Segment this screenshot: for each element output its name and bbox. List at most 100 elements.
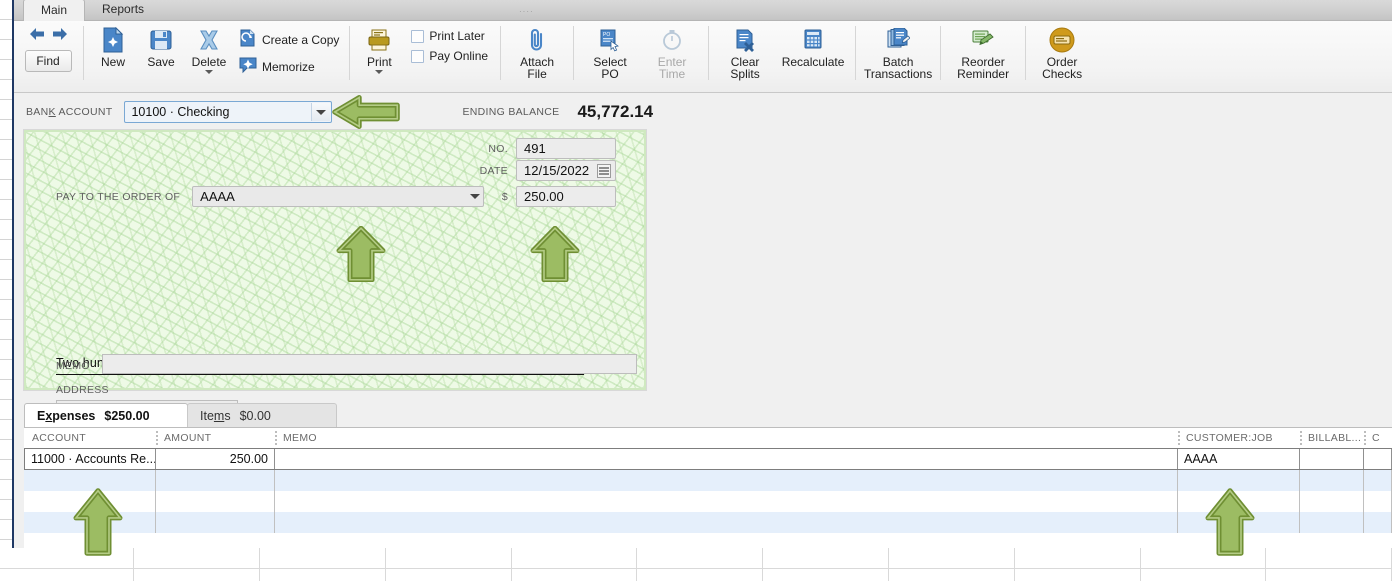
table-cell-memo[interactable] <box>275 512 1178 533</box>
recalculate-button[interactable]: Recalculate <box>776 21 850 68</box>
save-button[interactable]: Save <box>137 21 185 68</box>
column-header-memo[interactable]: MEMO <box>275 428 1178 448</box>
amount-input[interactable]: 250.00 <box>516 186 616 207</box>
sheet-cell[interactable] <box>763 569 890 581</box>
table-cell-c[interactable] <box>1364 491 1392 512</box>
column-resize-handle[interactable] <box>156 431 158 445</box>
delete-button[interactable]: Delete <box>185 21 233 74</box>
print-later-label: Print Later <box>429 29 485 43</box>
column-header-account[interactable]: ACCOUNT <box>24 428 156 448</box>
sheet-cell[interactable] <box>260 548 386 568</box>
table-cell-amount[interactable]: 250.00 <box>156 449 275 469</box>
quickbooks-write-checks-window: Main Reports ···· Find New Save Delete C… <box>14 0 1392 548</box>
sheet-row[interactable] <box>0 569 1392 581</box>
column-header-customer-job[interactable]: CUSTOMER:JOB <box>1178 428 1300 448</box>
batch-transactions-button[interactable]: Batch Transactions <box>861 21 935 80</box>
sheet-row-header <box>0 280 12 300</box>
sheet-row-header <box>0 440 12 460</box>
arrow-right-icon[interactable] <box>52 27 68 46</box>
table-row[interactable] <box>24 470 1392 491</box>
table-row[interactable] <box>24 512 1392 533</box>
sheet-cell[interactable] <box>763 548 890 568</box>
sheet-row-header <box>0 80 12 100</box>
memo-input[interactable] <box>102 354 637 374</box>
checkbox-icon[interactable] <box>411 49 425 63</box>
tab-main[interactable]: Main <box>23 0 86 21</box>
column-resize-handle[interactable] <box>1300 431 1302 445</box>
sheet-cell[interactable] <box>637 569 764 581</box>
sheet-cell[interactable] <box>134 569 261 581</box>
chevron-down-icon[interactable] <box>375 70 384 74</box>
table-cell-account[interactable]: 11000 · Accounts Re... <box>24 449 156 469</box>
enter-time-button[interactable]: Enter Time <box>641 21 703 80</box>
sheet-cell[interactable] <box>1266 569 1392 581</box>
table-cell-billabl[interactable] <box>1300 491 1364 512</box>
sheet-row-header <box>0 260 12 280</box>
table-row[interactable]: 11000 · Accounts Re... 250.00 AAAA <box>24 449 1392 470</box>
table-cell-memo[interactable] <box>275 470 1178 491</box>
memorize-button[interactable]: Memorize <box>239 56 339 77</box>
sheet-cell[interactable] <box>889 569 1015 581</box>
table-cell-billabl[interactable] <box>1300 470 1364 491</box>
sheet-cell[interactable] <box>1015 548 1141 568</box>
column-header-billabl[interactable]: BILLABL... <box>1300 428 1364 448</box>
sheet-cell[interactable] <box>386 569 512 581</box>
sheet-cell[interactable] <box>1015 569 1141 581</box>
reorder-reminder-button[interactable]: Reorder Reminder <box>946 21 1020 80</box>
checkbox-icon[interactable] <box>411 29 425 43</box>
sheet-cell[interactable] <box>134 548 261 568</box>
tab-reports[interactable]: Reports <box>85 0 161 20</box>
chevron-down-icon[interactable] <box>311 103 331 121</box>
arrow-amount-field <box>530 226 580 282</box>
table-cell-amount[interactable] <box>156 491 275 512</box>
column-header-amount[interactable]: AMOUNT <box>156 428 275 448</box>
table-cell-c[interactable] <box>1364 512 1392 533</box>
sheet-cell[interactable] <box>889 548 1015 568</box>
bank-account-dropdown[interactable]: 10100 · Checking <box>124 101 333 123</box>
sheet-cell[interactable] <box>1141 569 1267 581</box>
print-later-checkbox[interactable]: Print Later <box>411 29 488 43</box>
find-button[interactable]: Find <box>24 50 72 72</box>
attach-file-button[interactable]: Attach File <box>506 21 568 80</box>
table-cell-amount[interactable] <box>156 512 275 533</box>
sheet-cell[interactable] <box>512 548 638 568</box>
select-po-button[interactable]: PO Select PO <box>579 21 641 80</box>
table-cell-c[interactable] <box>1364 470 1392 491</box>
clear-splits-label: Clear Splits <box>730 55 760 81</box>
order-checks-button[interactable]: Order Checks <box>1031 21 1093 80</box>
create-a-copy-button[interactable]: Create a Copy <box>239 29 339 50</box>
table-cell-amount[interactable] <box>156 470 275 491</box>
sheet-cell[interactable] <box>1266 548 1392 568</box>
column-resize-handle[interactable] <box>275 431 277 445</box>
table-row[interactable] <box>24 491 1392 512</box>
new-button[interactable]: New <box>89 21 137 68</box>
table-cell-billabl[interactable] <box>1300 512 1364 533</box>
column-resize-handle[interactable] <box>1178 431 1180 445</box>
sheet-row-header <box>0 220 12 240</box>
sheet-row-header <box>0 120 12 140</box>
sheet-cell[interactable] <box>0 569 135 581</box>
bank-account-value: 10100 · Checking <box>131 105 230 119</box>
clear-splits-button[interactable]: Clear Splits <box>714 21 776 80</box>
check-date-input[interactable]: 12/15/2022 <box>516 160 616 181</box>
table-cell-billabl[interactable] <box>1300 449 1364 469</box>
column-resize-handle[interactable] <box>1364 431 1366 445</box>
table-cell-memo[interactable] <box>275 491 1178 512</box>
arrow-left-icon[interactable] <box>29 27 45 46</box>
check-number-input[interactable]: 491 <box>516 138 616 159</box>
sheet-cell[interactable] <box>637 548 764 568</box>
table-cell-customer-job[interactable]: AAAA <box>1178 449 1300 469</box>
sheet-cell[interactable] <box>260 569 386 581</box>
calendar-icon[interactable] <box>597 164 611 178</box>
pay-online-checkbox[interactable]: Pay Online <box>411 49 488 63</box>
chevron-down-icon[interactable] <box>205 70 213 74</box>
sheet-row[interactable] <box>0 548 1392 569</box>
tab-items[interactable]: Items $0.00 <box>187 403 337 427</box>
sheet-cell[interactable] <box>386 548 512 568</box>
sheet-cell[interactable] <box>512 569 638 581</box>
table-cell-c[interactable] <box>1364 449 1392 469</box>
column-header-c[interactable]: C <box>1364 428 1392 448</box>
table-cell-memo[interactable] <box>275 449 1178 469</box>
print-button[interactable]: Print <box>355 21 403 74</box>
tab-expenses[interactable]: Expenses $250.00 <box>24 403 188 427</box>
